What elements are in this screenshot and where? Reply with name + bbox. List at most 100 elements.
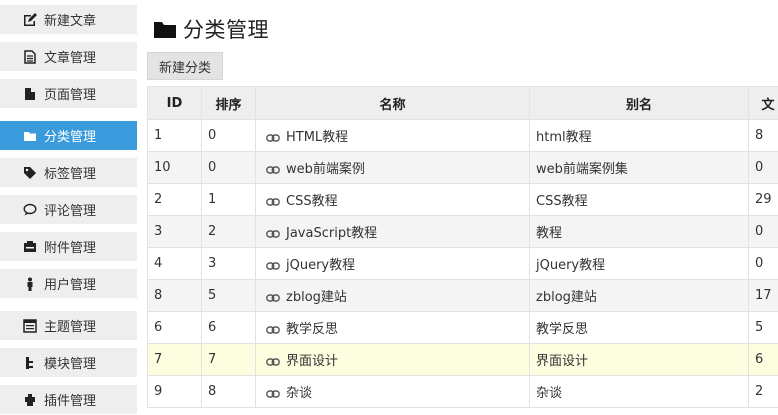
cell-order: 1 bbox=[201, 183, 256, 216]
link-icon[interactable] bbox=[266, 389, 280, 399]
cell-order: 2 bbox=[201, 215, 256, 248]
sidebar-item-label: 模块管理 bbox=[44, 357, 97, 372]
sidebar-item-label: 标签管理 bbox=[44, 167, 97, 182]
cell-name: CSS教程 bbox=[255, 183, 530, 216]
sidebar-item-article-manage[interactable]: 文章管理 bbox=[0, 42, 137, 71]
cell-name: web前端案例 bbox=[255, 151, 530, 184]
sidebar-item-label: 新建文章 bbox=[44, 14, 97, 29]
column-header-order[interactable]: 排序 bbox=[201, 86, 256, 120]
sidebar-item-label: 用户管理 bbox=[44, 278, 97, 293]
cell-id: 2 bbox=[147, 183, 202, 216]
sidebar-item-plugin-manage[interactable]: 插件管理 bbox=[0, 385, 137, 414]
theme-icon bbox=[22, 318, 38, 334]
cell-id: 4 bbox=[147, 247, 202, 280]
sidebar-item-theme-manage[interactable]: 主题管理 bbox=[0, 311, 137, 340]
category-name-link[interactable]: 杂谈 bbox=[286, 386, 312, 401]
sidebar-item-attachment-manage[interactable]: 附件管理 bbox=[0, 232, 137, 261]
link-icon[interactable] bbox=[266, 261, 280, 271]
sidebar-item-label: 插件管理 bbox=[44, 394, 97, 409]
link-icon[interactable] bbox=[266, 133, 280, 143]
cell-name: HTML教程 bbox=[255, 119, 530, 152]
cell-order: 0 bbox=[201, 119, 256, 152]
cell-order: 5 bbox=[201, 279, 256, 312]
column-header-name[interactable]: 名称 bbox=[255, 86, 530, 120]
folder-icon bbox=[153, 19, 177, 39]
sidebar-item-module-manage[interactable]: 模块管理 bbox=[0, 348, 137, 377]
cell-id: 3 bbox=[147, 215, 202, 248]
cell-alias: jQuery教程 bbox=[529, 247, 749, 280]
document-icon bbox=[22, 49, 38, 65]
cell-alias: 杂谈 bbox=[529, 375, 749, 408]
sidebar-item-label: 附件管理 bbox=[44, 241, 97, 256]
new-category-button[interactable]: 新建分类 bbox=[147, 52, 223, 80]
category-name-link[interactable]: 界面设计 bbox=[286, 354, 338, 369]
cell-name: zblog建站 bbox=[255, 279, 530, 312]
cell-alias: html教程 bbox=[529, 119, 749, 152]
table-row: 10 0 web前端案例 web前端案例集 0 bbox=[147, 151, 778, 184]
cell-count: 5 bbox=[748, 311, 778, 344]
cell-order: 6 bbox=[201, 311, 256, 344]
table-header-row: ID 排序 名称 别名 文 bbox=[147, 86, 778, 120]
cell-count: 0 bbox=[748, 247, 778, 280]
cell-id: 6 bbox=[147, 311, 202, 344]
category-name-link[interactable]: jQuery教程 bbox=[286, 258, 355, 273]
page-header: 分类管理 bbox=[153, 14, 269, 44]
cell-name: 杂谈 bbox=[255, 375, 530, 408]
sidebar-item-page-manage[interactable]: 页面管理 bbox=[0, 79, 137, 108]
cell-alias: 教学反思 bbox=[529, 311, 749, 344]
cell-id: 9 bbox=[147, 375, 202, 408]
sidebar-item-tag-manage[interactable]: 标签管理 bbox=[0, 158, 137, 187]
table-row: 3 2 JavaScript教程 教程 0 bbox=[147, 215, 778, 248]
sidebar-item-user-manage[interactable]: 用户管理 bbox=[0, 269, 137, 298]
page-title: 分类管理 bbox=[183, 18, 269, 42]
edit-icon bbox=[22, 12, 38, 28]
cell-count: 6 bbox=[748, 343, 778, 376]
cell-count: 8 bbox=[748, 119, 778, 152]
sidebar-item-label: 主题管理 bbox=[44, 320, 97, 335]
sidebar-item-label: 页面管理 bbox=[44, 88, 97, 103]
category-name-link[interactable]: CSS教程 bbox=[286, 194, 338, 209]
cell-order: 7 bbox=[201, 343, 256, 376]
plugin-icon bbox=[22, 392, 38, 408]
category-name-link[interactable]: JavaScript教程 bbox=[286, 226, 377, 241]
sidebar-item-category-manage[interactable]: 分类管理 bbox=[0, 121, 137, 150]
cell-name: 教学反思 bbox=[255, 311, 530, 344]
main-content: 分类管理 新建分类 ID 排序 名称 别名 文 1 0 HTML教程 html教程 8 1… bbox=[147, 0, 778, 415]
cell-id: 8 bbox=[147, 279, 202, 312]
sidebar-item-comment-manage[interactable]: 评论管理 bbox=[0, 195, 137, 224]
category-name-link[interactable]: zblog建站 bbox=[286, 290, 347, 305]
link-icon[interactable] bbox=[266, 325, 280, 335]
table-row: 8 5 zblog建站 zblog建站 17 bbox=[147, 279, 778, 312]
table-row: 1 0 HTML教程 html教程 8 bbox=[147, 119, 778, 152]
module-icon bbox=[22, 355, 38, 371]
cell-alias: zblog建站 bbox=[529, 279, 749, 312]
cell-id: 7 bbox=[147, 343, 202, 376]
table-row: 4 3 jQuery教程 jQuery教程 0 bbox=[147, 247, 778, 280]
category-name-link[interactable]: web前端案例 bbox=[286, 162, 365, 177]
user-icon bbox=[22, 276, 38, 292]
sidebar: 新建文章 文章管理 页面管理 分类管理 标签管理 评论管理 附件管理 用户管理 … bbox=[0, 0, 137, 415]
link-icon[interactable] bbox=[266, 357, 280, 367]
cell-order: 3 bbox=[201, 247, 256, 280]
table-row: 6 6 教学反思 教学反思 5 bbox=[147, 311, 778, 344]
column-header-alias[interactable]: 别名 bbox=[529, 86, 749, 120]
attachment-icon bbox=[22, 239, 38, 255]
sidebar-item-new-article[interactable]: 新建文章 bbox=[0, 5, 137, 34]
cell-name: JavaScript教程 bbox=[255, 215, 530, 248]
folder-icon bbox=[22, 128, 38, 144]
link-icon[interactable] bbox=[266, 293, 280, 303]
cell-alias: web前端案例集 bbox=[529, 151, 749, 184]
column-header-count[interactable]: 文 bbox=[748, 86, 778, 120]
cell-alias: 界面设计 bbox=[529, 343, 749, 376]
category-name-link[interactable]: HTML教程 bbox=[286, 130, 348, 145]
cell-alias: 教程 bbox=[529, 215, 749, 248]
column-header-id[interactable]: ID bbox=[147, 86, 202, 120]
cell-order: 0 bbox=[201, 151, 256, 184]
link-icon[interactable] bbox=[266, 197, 280, 207]
link-icon[interactable] bbox=[266, 229, 280, 239]
cell-count: 2 bbox=[748, 375, 778, 408]
sidebar-item-label: 文章管理 bbox=[44, 51, 97, 66]
link-icon[interactable] bbox=[266, 165, 280, 175]
category-name-link[interactable]: 教学反思 bbox=[286, 322, 338, 337]
table-row: 2 1 CSS教程 CSS教程 29 bbox=[147, 183, 778, 216]
